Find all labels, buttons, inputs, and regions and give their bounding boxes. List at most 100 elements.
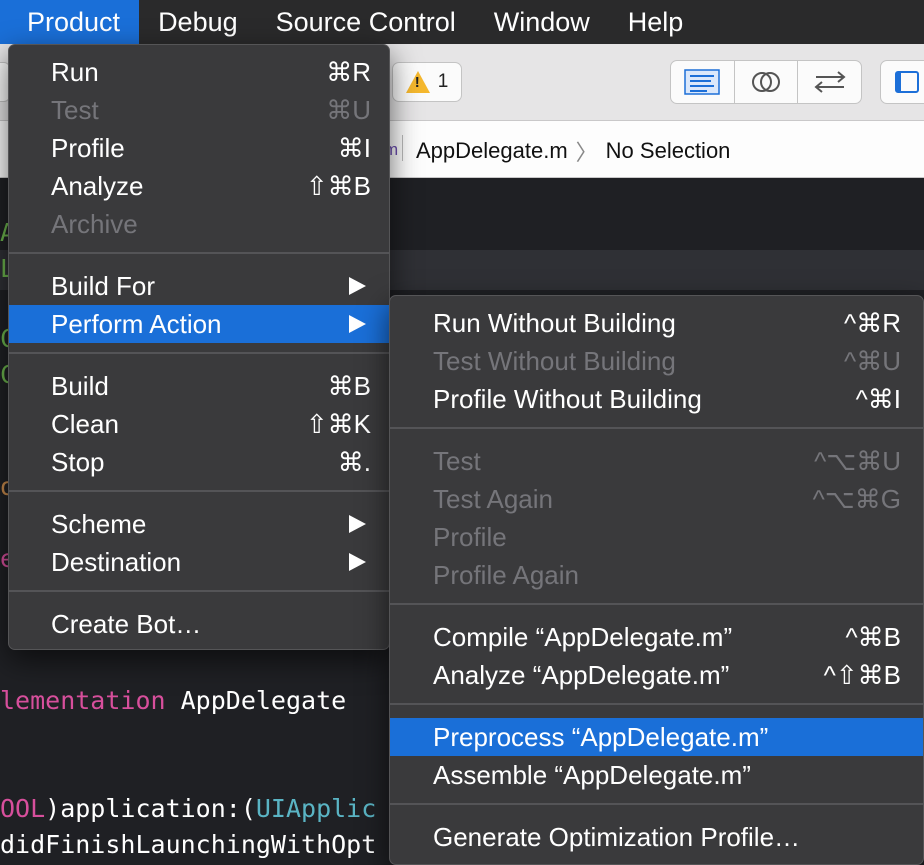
submenu-arrow-icon	[349, 515, 366, 533]
menu-item-label: Profile Without Building	[433, 383, 702, 414]
menu-item-label: Test	[51, 94, 99, 125]
menu-item-label: Generate Optimization Profile…	[433, 821, 801, 852]
version-editor-icon	[814, 71, 846, 93]
menu-item-shortcut: ^⌘R	[844, 307, 901, 338]
chevron-right-icon: 〉	[575, 140, 598, 165]
menu-item-label: Run Without Building	[433, 307, 676, 338]
menu-item-stop[interactable]: Stop ⌘.	[9, 443, 389, 481]
code-text: )application:(	[45, 794, 256, 823]
menu-item-test: Test ⌘U	[9, 91, 389, 129]
menu-item-label: Destination	[51, 546, 182, 577]
menu-item-label: Perform Action	[51, 308, 222, 339]
menu-item-create-bot[interactable]: Create Bot…	[9, 605, 389, 643]
submenu-arrow-icon	[349, 277, 366, 295]
menu-item-shortcut: ⌘I	[337, 132, 371, 163]
navigator-toggle-button[interactable]	[880, 60, 924, 104]
menu-item-label: Stop	[51, 446, 105, 477]
menu-item-analyze[interactable]: Analyze ⇧⌘B	[9, 167, 389, 205]
menu-item-test: Test ^⌥⌘U	[390, 442, 923, 480]
menubar-window[interactable]: Window	[475, 0, 609, 44]
menu-item-label: Preprocess “AppDelegate.m”	[433, 721, 769, 752]
menu-item-profile-without-building[interactable]: Profile Without Building ^⌘I	[390, 380, 923, 418]
menu-item-clean[interactable]: Clean ⇧⌘K	[9, 405, 389, 443]
menu-item-shortcut: ^⌘B	[845, 621, 901, 652]
menu-separator	[390, 803, 923, 805]
menu-item-label: Assemble “AppDelegate.m”	[433, 759, 751, 790]
menu-separator	[390, 703, 923, 705]
menu-item-archive: Archive	[9, 205, 389, 243]
breadcrumb: AppDelegate.m 〉 No Selection	[416, 135, 730, 167]
code-line-implementation: lementation AppDelegate	[0, 686, 346, 715]
code-line-application: OOL)application:(UIApplic	[0, 794, 376, 823]
code-keyword: lementation	[0, 686, 166, 715]
warning-icon	[405, 71, 430, 93]
menu-item-label: Build For	[51, 270, 156, 301]
code-line-did-finish: didFinishLaunchingWithOpt	[0, 830, 377, 859]
menu-item-test-again: Test Again ^⌥⌘G	[390, 480, 923, 518]
menu-item-shortcut: ⇧⌘K	[305, 408, 371, 439]
menu-item-label: Scheme	[51, 508, 147, 539]
menu-item-generate-optimization-profile[interactable]: Generate Optimization Profile…	[390, 818, 923, 856]
menu-separator	[9, 490, 389, 492]
menu-item-label: Build	[51, 370, 109, 401]
code-identifier: AppDelegate	[165, 686, 347, 715]
assistant-editor-button[interactable]	[735, 61, 799, 103]
menu-item-label: Profile Again	[433, 559, 579, 590]
menu-separator	[390, 427, 923, 429]
menu-item-analyze-appdelegatem[interactable]: Analyze “AppDelegate.m” ^⇧⌘B	[390, 656, 923, 694]
menu-item-perform-action[interactable]: Perform Action	[9, 305, 389, 343]
menu-item-build[interactable]: Build ⌘B	[9, 367, 389, 405]
menubar: Product Debug Source Control Window Help	[0, 0, 924, 44]
menu-item-shortcut: ⌘R	[326, 56, 371, 87]
menu-item-build-for[interactable]: Build For	[9, 267, 389, 305]
menu-separator	[9, 352, 389, 354]
warning-indicator-button[interactable]: 1	[392, 62, 462, 102]
version-editor-button[interactable]	[798, 61, 861, 103]
menu-item-profile[interactable]: Profile ⌘I	[9, 129, 389, 167]
warning-count: 1	[437, 71, 449, 92]
menu-item-label: Archive	[51, 208, 138, 239]
code-type: UIApplic	[255, 794, 377, 823]
menu-item-shortcut: ^⌘U	[844, 345, 901, 376]
menu-item-destination[interactable]: Destination	[9, 543, 389, 581]
menu-item-shortcut: ^⌥⌘U	[814, 445, 901, 476]
menu-item-label: Create Bot…	[51, 608, 202, 639]
menubar-help[interactable]: Help	[609, 0, 703, 44]
menu-item-assemble-appdelegatem[interactable]: Assemble “AppDelegate.m”	[390, 756, 923, 794]
menu-item-profile-again: Profile Again	[390, 556, 923, 594]
submenu-arrow-icon	[349, 553, 366, 571]
menubar-product[interactable]: Product	[0, 0, 140, 44]
menu-item-run[interactable]: Run ⌘R	[9, 53, 389, 91]
menu-separator	[390, 603, 923, 605]
product-menu: Run ⌘R Test ⌘U Profile ⌘I Analyze ⇧⌘B Archive Bui…	[8, 44, 390, 650]
menu-item-compile-appdelegatem[interactable]: Compile “AppDelegate.m” ^⌘B	[390, 618, 923, 656]
menu-item-shortcut: ^⌥⌘G	[812, 483, 901, 514]
menubar-source-control[interactable]: Source Control	[257, 0, 475, 44]
submenu-arrow-icon	[349, 315, 366, 333]
menu-item-shortcut: ^⌘I	[855, 383, 901, 414]
breadcrumb-selection[interactable]: No Selection	[606, 138, 731, 164]
menu-item-profile: Profile	[390, 518, 923, 556]
menu-item-label: Run	[51, 56, 99, 87]
menu-item-shortcut: ⌘.	[337, 446, 371, 477]
menu-item-label: Profile	[433, 521, 507, 552]
menu-separator	[9, 590, 389, 592]
standard-editor-button[interactable]	[671, 61, 735, 103]
perform-action-submenu: Run Without Building ^⌘R Test Without Buil…	[389, 295, 924, 865]
menu-item-scheme[interactable]: Scheme	[9, 505, 389, 543]
menu-item-label: Profile	[51, 132, 125, 163]
menu-item-shortcut: ⇧⌘B	[305, 170, 371, 201]
menu-item-label: Analyze	[51, 170, 144, 201]
code-keyword: OOL	[0, 794, 46, 823]
assistant-editor-icon	[752, 72, 780, 92]
menu-item-shortcut: ^⇧⌘B	[823, 659, 901, 690]
menu-item-label: Test	[433, 445, 481, 476]
editor-mode-segmented-control	[670, 60, 862, 104]
menu-item-label: Test Again	[433, 483, 553, 514]
menubar-debug[interactable]: Debug	[139, 0, 257, 44]
menu-item-shortcut: ⌘B	[327, 370, 371, 401]
menu-separator	[9, 252, 389, 254]
menu-item-run-without-building[interactable]: Run Without Building ^⌘R	[390, 304, 923, 342]
breadcrumb-file[interactable]: AppDelegate.m	[416, 138, 568, 164]
menu-item-preprocess-appdelegatem[interactable]: Preprocess “AppDelegate.m”	[390, 718, 923, 756]
